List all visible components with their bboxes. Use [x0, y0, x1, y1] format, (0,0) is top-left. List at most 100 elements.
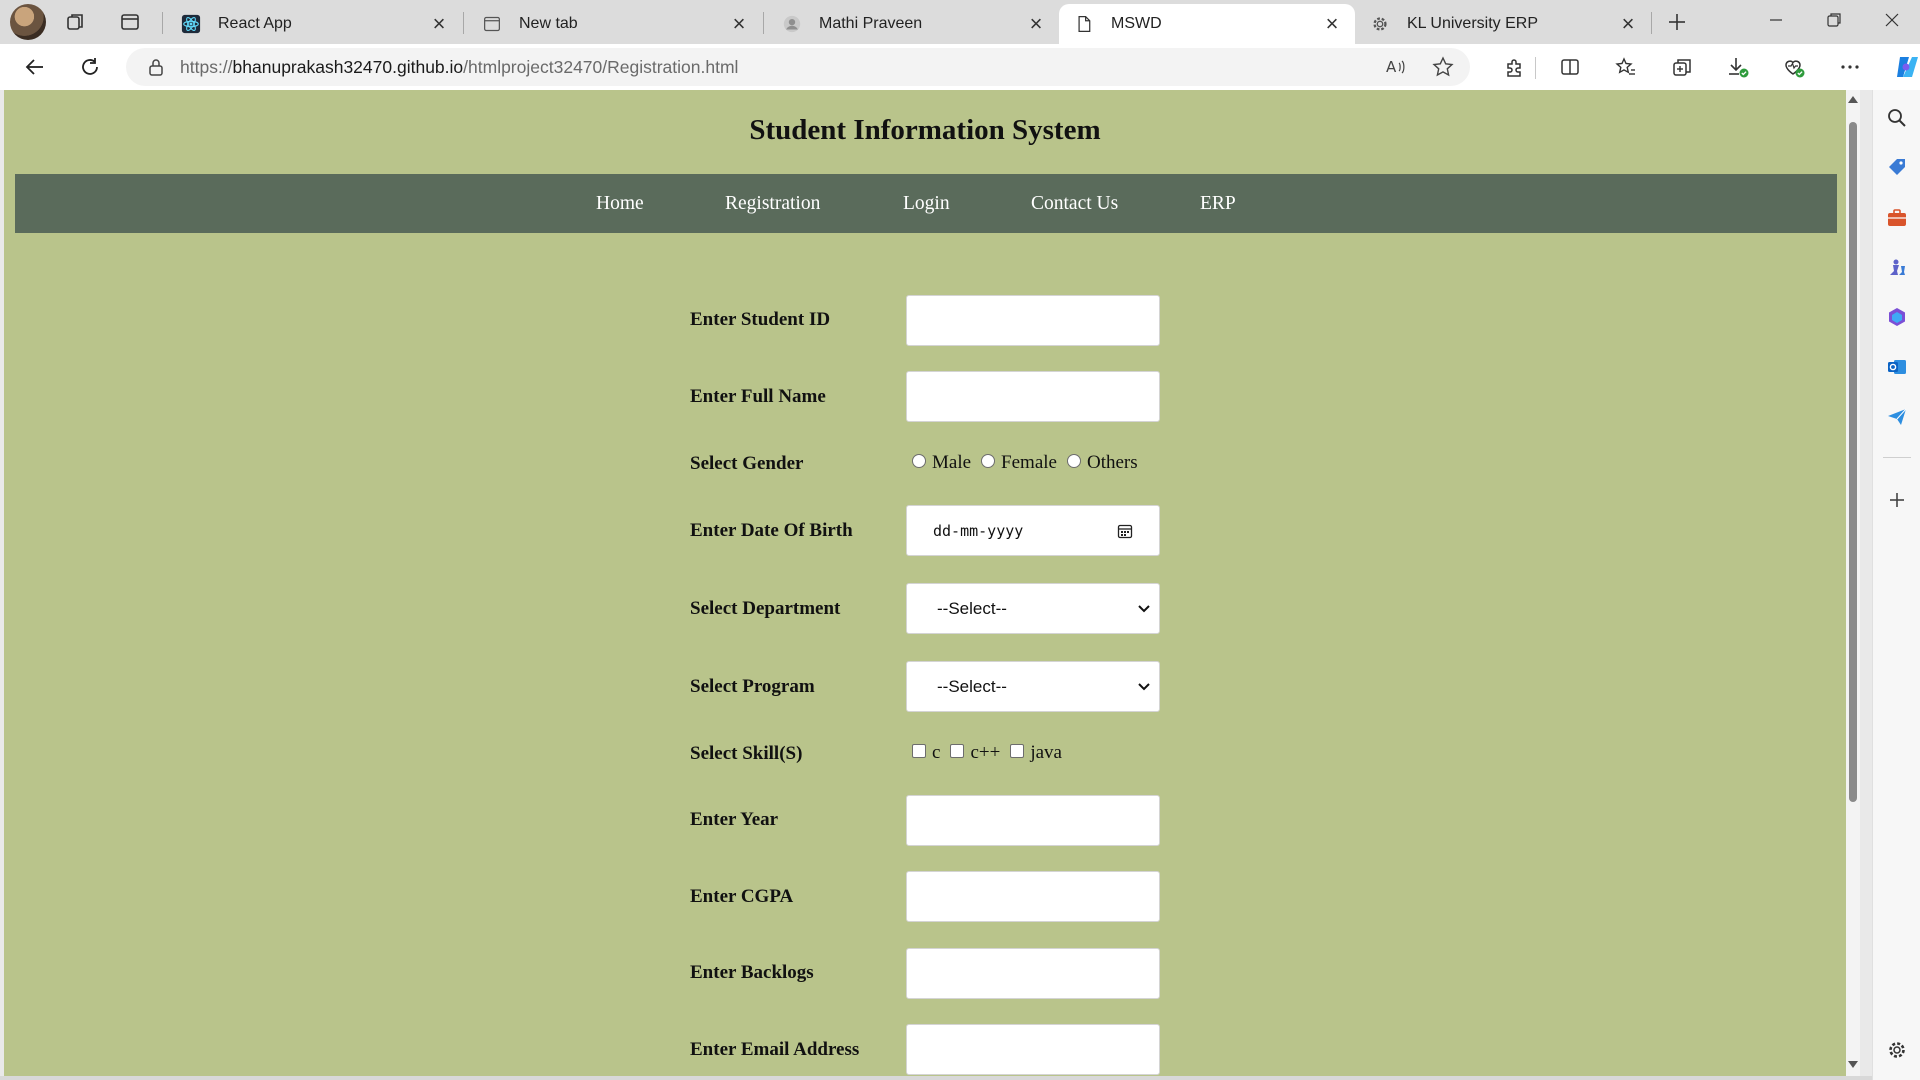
microsoft-365-icon[interactable] [1885, 305, 1909, 329]
department-select[interactable]: --Select-- [906, 583, 1160, 634]
tab-title: New tab [519, 15, 578, 32]
close-icon[interactable]: × [1617, 13, 1639, 35]
page-scrollbar[interactable] [1846, 90, 1860, 1076]
page-icon [1073, 13, 1095, 35]
new-tab-icon [481, 13, 503, 35]
tools-briefcase-icon[interactable] [1885, 206, 1909, 230]
year-input[interactable] [906, 795, 1160, 846]
skill-checkbox-cpp[interactable] [950, 744, 965, 758]
tab-title: Mathi Praveen [819, 15, 923, 32]
split-screen-icon[interactable] [1542, 50, 1598, 84]
url-text: https://bhanuprakash32470.github.io/html… [180, 56, 739, 77]
profile-avatar[interactable] [10, 4, 46, 40]
new-tab-plus-icon[interactable] [1660, 6, 1694, 38]
tab-react-app[interactable]: React App × [166, 4, 462, 44]
program-label: Select Program [690, 676, 815, 697]
tab-mswd[interactable]: MSWD × [1059, 4, 1355, 44]
calendar-icon[interactable] [1117, 523, 1133, 539]
favorites-icon[interactable] [1598, 50, 1654, 84]
scroll-down-arrow-icon[interactable] [1848, 1061, 1858, 1068]
gender-radio-female[interactable] [981, 454, 996, 468]
vertical-tabs-icon[interactable] [113, 6, 147, 38]
scroll-up-arrow-icon[interactable] [1848, 96, 1858, 103]
gear-icon [1369, 13, 1391, 35]
search-icon[interactable] [1885, 106, 1909, 130]
close-icon[interactable]: × [1321, 13, 1343, 35]
add-sidebar-app-plus-icon[interactable] [1885, 488, 1909, 512]
workspaces-icon[interactable] [59, 6, 93, 38]
email-label: Enter Email Address [690, 1039, 860, 1060]
outlook-icon[interactable] [1885, 355, 1909, 379]
react-icon [180, 13, 202, 35]
minimize-icon[interactable] [1748, 0, 1804, 40]
nav-link-contact-us[interactable]: Contact Us [1031, 193, 1118, 215]
send-paper-plane-icon[interactable] [1885, 405, 1909, 429]
department-selected-value: --Select-- [937, 598, 1007, 618]
gender-option-label: Others [1086, 452, 1138, 473]
back-arrow-icon[interactable] [17, 50, 53, 84]
extensions-icon[interactable] [1486, 50, 1542, 84]
page-title: Student Information System [749, 114, 1101, 146]
skills-label: Select Skill(S) [690, 743, 803, 764]
skill-option-label: c++ [970, 742, 1001, 763]
program-select[interactable]: --Select-- [906, 661, 1160, 712]
collections-icon[interactable] [1654, 50, 1710, 84]
restore-icon[interactable] [1806, 0, 1862, 40]
close-icon[interactable]: × [1025, 13, 1047, 35]
gender-options: Male Female Others [912, 452, 1148, 474]
edge-sidebar [1872, 90, 1920, 1080]
more-options-icon[interactable] [1822, 50, 1878, 84]
gender-radio-others[interactable] [1066, 454, 1081, 468]
gender-radio-male[interactable] [912, 454, 926, 468]
year-label: Enter Year [690, 809, 779, 830]
skill-checkbox-java[interactable] [1010, 744, 1025, 758]
address-bar[interactable]: https://bhanuprakash32470.github.io/html… [126, 48, 1470, 86]
lock-icon[interactable] [146, 57, 166, 77]
dob-input[interactable]: dd-mm-yyyy [906, 505, 1160, 556]
skill-option-label: java [1030, 742, 1062, 763]
close-icon[interactable]: × [428, 13, 450, 35]
read-aloud-icon[interactable]: A [1380, 52, 1410, 82]
tab-new-tab[interactable]: New tab × [467, 4, 762, 44]
dob-label: Enter Date Of Birth [690, 520, 853, 541]
skill-option-label: c [932, 742, 941, 763]
shopping-tag-icon[interactable] [1885, 155, 1909, 179]
chevron-down-icon [1138, 683, 1150, 691]
web-page: Student Information System Home Registra… [4, 90, 1850, 1076]
full-name-input[interactable] [906, 371, 1160, 422]
student-id-input[interactable] [906, 295, 1160, 346]
tab-title: KL University ERP [1407, 15, 1538, 32]
dob-placeholder: dd-mm-yyyy [933, 521, 1024, 540]
browser-essentials-icon[interactable] [1766, 50, 1822, 84]
close-window-icon[interactable] [1864, 0, 1920, 40]
nav-link-registration[interactable]: Registration [725, 193, 820, 215]
scrollbar-thumb[interactable] [1849, 122, 1857, 802]
profile-photo-icon [781, 13, 803, 35]
department-label: Select Department [690, 598, 841, 619]
tab-kl-university-erp[interactable]: KL University ERP × [1355, 4, 1651, 44]
favorite-star-icon[interactable] [1428, 52, 1458, 82]
tab-title: React App [218, 15, 292, 32]
nav-link-login[interactable]: Login [903, 193, 950, 215]
nav-link-erp[interactable]: ERP [1200, 193, 1236, 215]
browser-toolbar: https://bhanuprakash32470.github.io/html… [0, 44, 1920, 90]
settings-gear-icon[interactable] [1885, 1038, 1909, 1062]
nav-link-home[interactable]: Home [596, 193, 644, 215]
close-icon[interactable]: × [728, 13, 750, 35]
downloads-icon[interactable] [1710, 50, 1766, 84]
backlogs-input[interactable] [906, 948, 1160, 999]
tab-mathi-praveen[interactable]: Mathi Praveen × [767, 4, 1059, 44]
gender-label: Select Gender [690, 453, 804, 474]
gender-option-label: Female [1001, 452, 1057, 473]
refresh-icon[interactable] [72, 50, 108, 84]
copilot-icon[interactable] [1878, 50, 1920, 84]
svg-text:A: A [1386, 58, 1397, 76]
email-input[interactable] [906, 1024, 1160, 1075]
tab-title: MSWD [1111, 15, 1162, 32]
student-id-label: Enter Student ID [690, 309, 831, 330]
skill-checkbox-c[interactable] [912, 744, 926, 758]
window-bottom-edge [0, 1076, 1872, 1080]
program-selected-value: --Select-- [937, 676, 1007, 696]
cgpa-input[interactable] [906, 871, 1160, 922]
games-icon[interactable] [1885, 255, 1909, 279]
